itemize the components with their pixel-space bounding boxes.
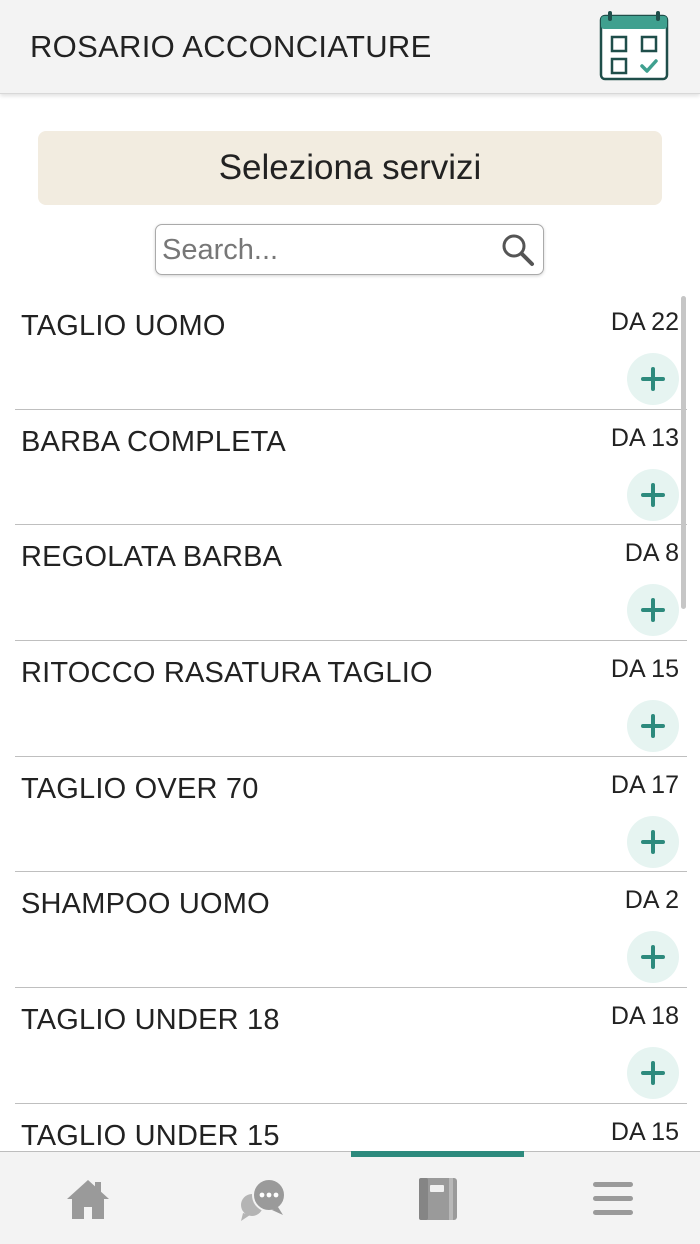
list-item[interactable]: SHAMPOO UOMO DA 2 [15,872,687,989]
list-item[interactable]: REGOLATA BARBA DA 8 [15,525,687,642]
plus-icon [641,945,665,970]
service-name: REGOLATA BARBA [21,541,283,574]
services-list[interactable]: TAGLIO UOMO DA 22 BARBA COMPLETA DA 13 R… [15,294,687,1151]
list-item[interactable]: TAGLIO UNDER 15 DA 15 [15,1104,687,1151]
app-header: ROSARIO ACCONCIATURE [0,0,700,94]
chat-bubbles-icon [240,1177,286,1221]
home-icon [66,1179,109,1219]
service-name: RITOCCO RASATURA TAGLIO [21,657,433,690]
service-price: DA 17 [610,770,679,799]
search-icon[interactable] [500,232,536,268]
service-name: TAGLIO UNDER 18 [21,1004,280,1037]
search-box[interactable] [155,224,544,275]
list-item[interactable]: TAGLIO UOMO DA 22 [15,294,687,410]
add-service-button[interactable] [627,584,679,637]
add-service-button[interactable] [627,700,679,753]
service-name: TAGLIO OVER 70 [21,772,259,805]
add-service-button[interactable] [627,468,679,521]
search-input[interactable] [162,229,492,271]
section-title-bar: Seleziona servizi [38,131,662,205]
app-title: ROSARIO ACCONCIATURE [30,29,432,64]
list-item[interactable]: TAGLIO OVER 70 DA 17 [15,757,687,873]
list-item[interactable]: RITOCCO RASATURA TAGLIO DA 15 [15,641,687,757]
add-service-button[interactable] [627,1047,679,1100]
service-price: DA 8 [624,539,679,568]
section-title: Seleziona servizi [218,148,482,187]
plus-icon [641,714,665,739]
list-item[interactable]: TAGLIO UNDER 18 DA 18 [15,988,687,1104]
service-price: DA 22 [610,308,679,336]
plus-icon [641,829,665,854]
plus-icon [641,367,665,391]
add-service-button[interactable] [627,353,679,405]
add-service-button[interactable] [627,931,679,984]
service-price: DA 2 [624,886,679,915]
plus-icon [641,598,665,623]
service-name: BARBA COMPLETA [21,425,286,458]
bottom-tab-bar [0,1151,700,1244]
service-name: TAGLIO UNDER 15 [21,1119,280,1151]
notebook-icon [418,1177,457,1220]
service-price: DA 13 [610,423,679,452]
list-scrollbar[interactable] [681,296,686,609]
active-tab-indicator [351,1151,524,1157]
tab-bookings[interactable] [350,1152,525,1244]
add-service-button[interactable] [627,815,679,868]
calendar-check-icon[interactable] [598,10,670,82]
service-name: TAGLIO UOMO [21,310,226,342]
tab-home[interactable] [0,1152,175,1244]
service-price: DA 18 [610,1002,679,1031]
hamburger-menu-icon [592,1181,633,1215]
service-name: SHAMPOO UOMO [21,888,270,921]
plus-icon [641,1061,665,1086]
list-item[interactable]: BARBA COMPLETA DA 13 [15,410,687,526]
service-price: DA 15 [610,1117,679,1146]
service-price: DA 15 [610,655,679,684]
tab-messages[interactable] [175,1152,350,1244]
plus-icon [641,482,665,507]
tab-menu[interactable] [525,1152,700,1244]
